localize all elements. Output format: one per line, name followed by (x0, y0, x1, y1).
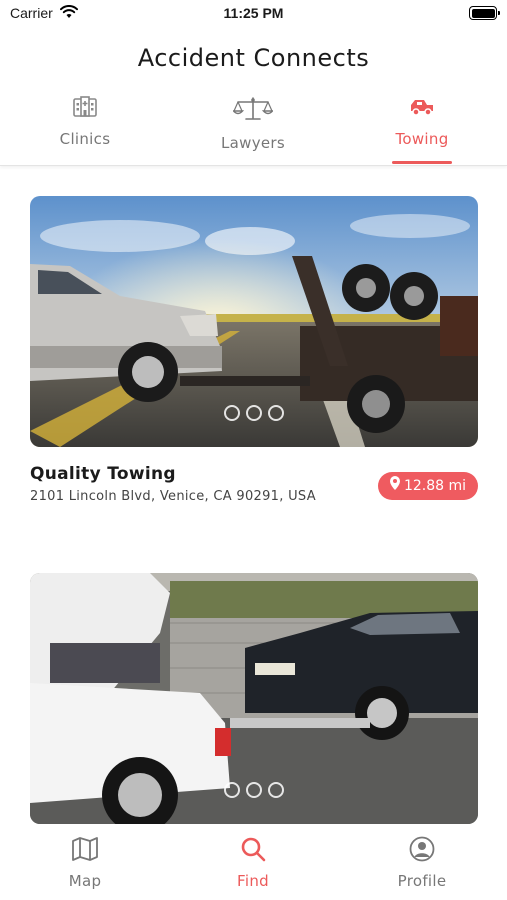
distance-badge: 12.88 mi (377, 472, 478, 500)
tow-truck-towing-silver-suv-photo[interactable] (30, 196, 478, 447)
status-bar: Carrier 11:25 PM (0, 0, 507, 28)
page-title: Accident Connects (137, 44, 370, 72)
tab-lawyers[interactable]: Lawyers (193, 96, 313, 166)
distance-value: 12.88 mi (403, 478, 466, 494)
tab-label: Clinics (59, 130, 111, 148)
nav-label: Profile (397, 872, 447, 890)
clinic-building-icon (25, 96, 145, 122)
white-tow-truck-towing-dark-sedan-photo[interactable] (30, 573, 478, 824)
carousel-dot[interactable] (224, 782, 240, 798)
category-tabs: Clinics Lawyers Towing (0, 96, 507, 166)
nav-label: Find (237, 872, 269, 890)
nav-find[interactable]: Find (203, 836, 303, 890)
tab-label: Lawyers (220, 134, 285, 152)
listing-card[interactable] (30, 573, 478, 824)
carousel-indicator[interactable] (30, 782, 478, 802)
tab-clinics[interactable]: Clinics (25, 96, 145, 166)
nav-map[interactable]: Map (35, 836, 135, 890)
battery-icon (469, 6, 500, 20)
map-icon (71, 837, 99, 866)
carousel-dot[interactable] (268, 405, 284, 421)
listing-card[interactable]: Quality Towing 2101 Lincoln Blvd, Venice… (30, 196, 478, 504)
tab-towing[interactable]: Towing (362, 96, 482, 166)
search-icon (239, 837, 267, 866)
tow-truck-icon (362, 96, 482, 122)
carousel-dot[interactable] (246, 782, 262, 798)
nav-label: Map (68, 872, 102, 890)
location-pin-icon (389, 472, 400, 500)
scales-icon (193, 96, 313, 126)
carousel-dot[interactable] (268, 782, 284, 798)
bottom-nav: Map Find Profile (0, 824, 507, 900)
carousel-indicator[interactable] (30, 405, 478, 425)
nav-profile[interactable]: Profile (372, 836, 472, 890)
tab-label: Towing (395, 130, 449, 148)
carousel-dot[interactable] (224, 405, 240, 421)
carousel-dot[interactable] (246, 405, 262, 421)
status-time: 11:25 PM (223, 5, 284, 21)
user-circle-icon (408, 836, 436, 866)
